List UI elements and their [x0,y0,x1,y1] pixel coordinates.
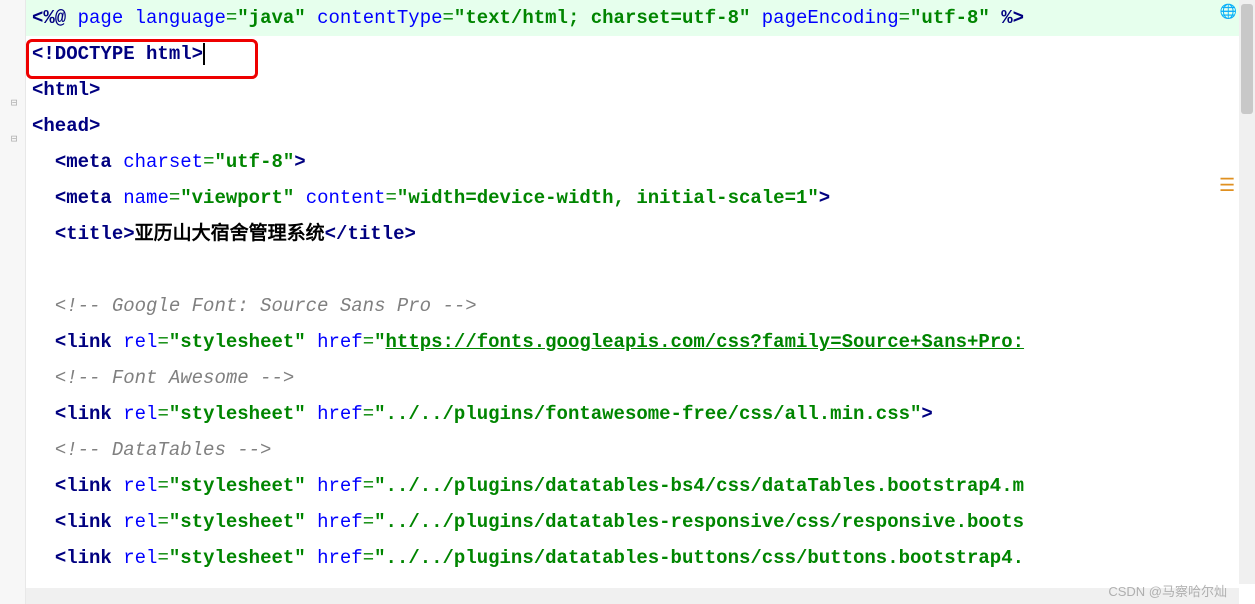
code-line[interactable]: <!-- DataTables --> [26,432,1255,468]
code-line[interactable]: <%@ page language="java" contentType="te… [26,0,1255,36]
horizontal-scrollbar[interactable] [26,588,1239,604]
code-line[interactable]: <meta charset="utf-8"> [26,144,1255,180]
vertical-scrollbar[interactable] [1239,0,1255,584]
code-line[interactable] [26,252,1255,288]
watermark: CSDN @马察哈尔灿 [1108,581,1227,600]
code-line[interactable]: <link rel="stylesheet" href="../../plugi… [26,540,1255,576]
code-line[interactable]: <link rel="stylesheet" href="../../plugi… [26,468,1255,504]
code-line[interactable]: <link rel="stylesheet" href="https://fon… [26,324,1255,360]
code-line[interactable]: <link rel="stylesheet" href="../../plugi… [26,504,1255,540]
fold-icon[interactable]: ⊟ [8,134,20,146]
code-line[interactable]: <!-- Font Awesome --> [26,360,1255,396]
code-line[interactable]: <!DOCTYPE html> [26,36,1255,72]
code-line[interactable]: <!-- Google Font: Source Sans Pro --> [26,288,1255,324]
code-line[interactable]: <meta name="viewport" content="width=dev… [26,180,1255,216]
gutter: ⊟ ⊟ [0,0,26,604]
marker-icon[interactable]: ☰ [1219,175,1237,197]
code-line[interactable]: <link rel="stylesheet" href="../../plugi… [26,396,1255,432]
editor: ⊟ ⊟ <%@ page language="java" contentType… [0,0,1255,604]
scrollbar-thumb[interactable] [1241,4,1253,114]
code-line[interactable]: <head> [26,108,1255,144]
code-line[interactable]: <title>亚历山大宿舍管理系统</title> [26,216,1255,252]
jsp-open: <%@ [32,7,66,29]
globe-icon[interactable]: 🌐 [1220,4,1237,21]
fold-icon[interactable]: ⊟ [8,98,20,110]
caret [203,43,205,65]
code-area[interactable]: <%@ page language="java" contentType="te… [26,0,1255,604]
code-line[interactable]: <html> [26,72,1255,108]
